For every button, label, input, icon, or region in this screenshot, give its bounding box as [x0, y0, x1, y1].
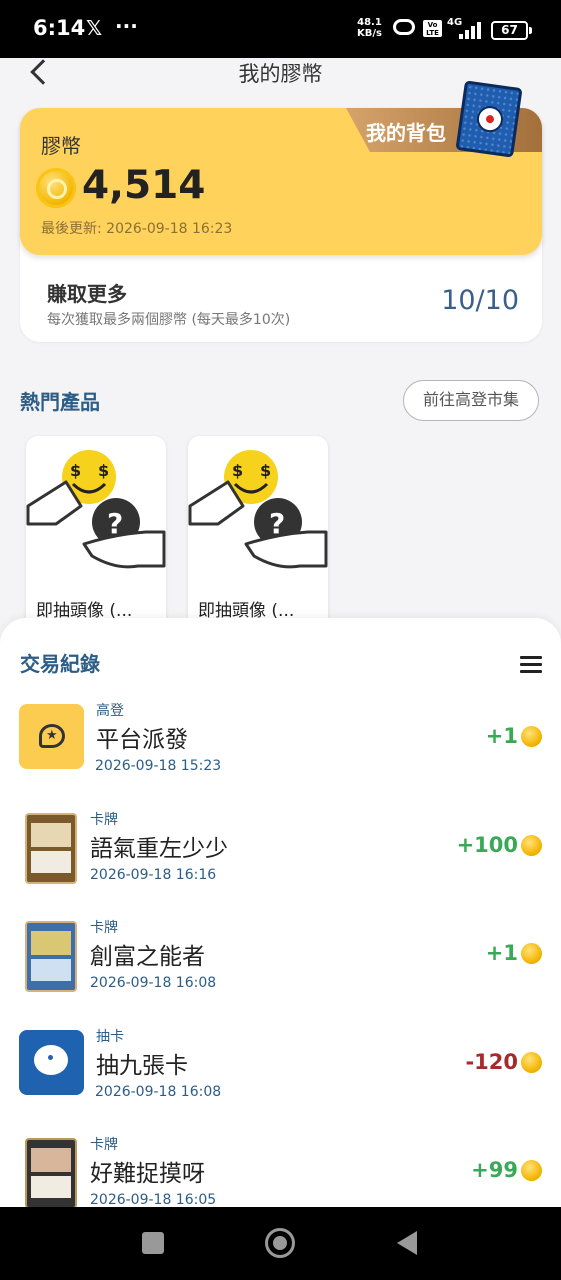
product-card[interactable]: $ $ ? 即抽頭像 (...: [188, 436, 328, 636]
transaction-name: 好難捉摸呀: [90, 1161, 205, 1187]
coin-card: 膠幣 4,514 最後更新: 2026-09-18 16:23 我的背包 賺取更…: [20, 80, 542, 342]
earn-more-description: 每次獲取最多兩個膠幣 (每天最多10次): [47, 312, 291, 328]
status-bar: 6:14 𝕏 ··· 48.1 KB/s Vo LTE 4G 67: [0, 0, 561, 58]
svg-text:$: $: [98, 461, 109, 480]
gacha-avatar-icon: $ $ ?: [26, 450, 166, 569]
transaction-date: 2026-09-18 16:08: [95, 1084, 222, 1100]
transactions-sheet: 交易紀錄 高登 平台派發 2026-09-18 15:23 +1 卡牌 語氣重左…: [0, 618, 561, 1280]
product-card[interactable]: $ $ ? 即抽頭像 (...: [26, 436, 166, 636]
last-updated: 最後更新: 2026-09-18 16:23: [41, 221, 233, 237]
signal-icon: [459, 21, 485, 39]
transaction-amount: +100: [456, 833, 518, 857]
svg-text:$: $: [260, 461, 271, 480]
status-time: 6:14: [33, 16, 86, 40]
transaction-row[interactable]: 抽卡 抽九張卡 2026-09-18 16:08 -120: [0, 1029, 561, 1138]
coin-icon: [521, 1052, 542, 1073]
transaction-date: 2026-09-18 16:16: [90, 867, 217, 883]
transaction-category: 卡牌: [90, 920, 118, 936]
x-logo-icon: 𝕏: [86, 16, 103, 40]
back-button[interactable]: [397, 1231, 417, 1255]
coin-label: 膠幣: [41, 134, 81, 158]
hot-products-title: 熱門產品: [20, 390, 100, 414]
transaction-amount: +1: [485, 941, 518, 965]
transaction-row[interactable]: 高登 平台派發 2026-09-18 15:23 +1: [0, 703, 561, 812]
transaction-name: 抽九張卡: [96, 1053, 188, 1079]
transaction-category: 高登: [96, 703, 124, 719]
gacha-avatar-icon: $ $ ?: [188, 450, 328, 569]
svg-text:$: $: [232, 461, 243, 480]
my-bag-label: 我的背包: [366, 121, 446, 145]
transaction-name: 創富之能者: [90, 944, 205, 970]
earn-more-title[interactable]: 賺取更多: [47, 278, 127, 307]
platform-chat-icon: [19, 704, 84, 769]
coin-icon: [521, 1160, 542, 1181]
transaction-date: 2026-09-18 16:05: [90, 1192, 217, 1208]
earn-count: 10/10: [441, 285, 519, 316]
transaction-amount: +99: [471, 1158, 518, 1182]
card-thumbnail: [25, 1138, 77, 1209]
transaction-amount: +1: [485, 724, 518, 748]
coin-icon: [521, 726, 542, 747]
transaction-row[interactable]: 卡牌 語氣重左少少 2026-09-18 16:16 +100: [0, 812, 561, 921]
card-thumbnail: [25, 921, 77, 992]
network-speed: 48.1 KB/s: [357, 17, 382, 39]
go-to-market-button[interactable]: 前往高登市集: [403, 380, 539, 421]
coin-icon: [36, 168, 76, 208]
home-button[interactable]: [265, 1228, 295, 1258]
card-thumbnail: [25, 813, 77, 884]
battery-icon: 67: [491, 21, 532, 40]
recents-button[interactable]: [142, 1232, 164, 1254]
system-nav-bar: [0, 1207, 561, 1280]
transaction-name: 語氣重左少少: [90, 836, 228, 862]
transaction-category: 抽卡: [96, 1029, 124, 1045]
menu-icon[interactable]: [520, 656, 542, 674]
coin-balance-panel: 膠幣 4,514 最後更新: 2026-09-18 16:23 我的背包: [20, 80, 542, 255]
coin-balance: 4,514: [82, 163, 206, 208]
transaction-name: 平台派發: [96, 727, 188, 753]
transaction-date: 2026-09-18 16:08: [90, 975, 217, 991]
more-notifications-icon: ···: [115, 14, 138, 38]
volte-icon: Vo LTE: [423, 20, 442, 37]
coin-icon: [521, 835, 542, 856]
transactions-title: 交易紀錄: [20, 652, 100, 676]
transaction-row[interactable]: 卡牌 創富之能者 2026-09-18 16:08 +1: [0, 920, 561, 1029]
coin-icon: [521, 943, 542, 964]
svg-text:$: $: [70, 461, 81, 480]
transaction-category: 卡牌: [90, 1137, 118, 1153]
transaction-category: 卡牌: [90, 812, 118, 828]
transaction-amount: -120: [465, 1050, 518, 1074]
card-back-icon[interactable]: [455, 80, 523, 158]
hotspot-icon: [393, 19, 415, 35]
bird-logo-icon: [19, 1030, 84, 1095]
transaction-date: 2026-09-18 15:23: [95, 758, 222, 774]
